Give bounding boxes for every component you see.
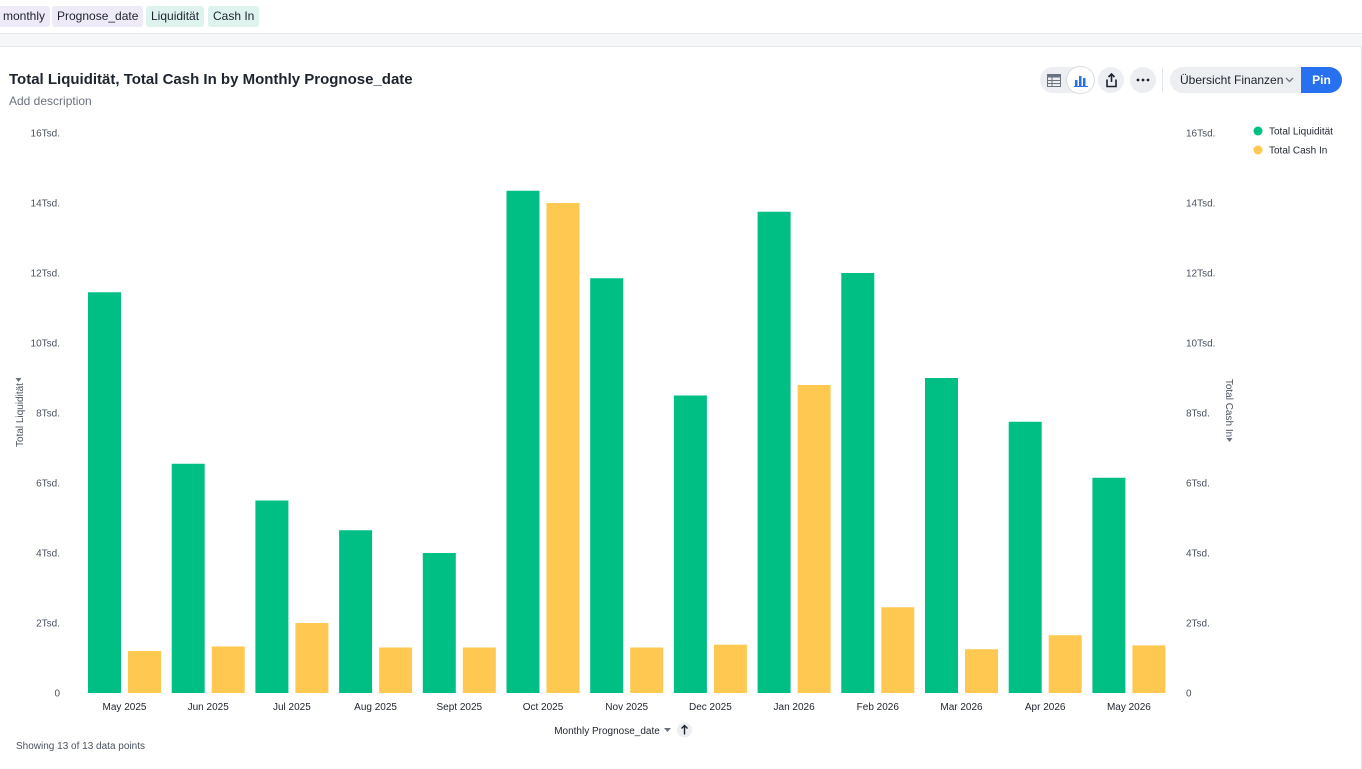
filter-bar: monthly Prognose_date Liquidität Cash In — [0, 0, 1362, 34]
filter-chip-prognose-date[interactable]: Prognose_date — [52, 6, 144, 27]
filter-chip-cash-in[interactable]: Cash In — [208, 6, 260, 27]
chart-view-button[interactable] — [1067, 67, 1094, 93]
filter-chip-liquiditaet[interactable]: Liquidität — [146, 6, 205, 27]
add-description[interactable]: Add description — [9, 94, 92, 108]
bar-chart-icon — [1073, 75, 1088, 87]
separator-band — [0, 34, 1362, 46]
filter-chip-monthly[interactable]: monthly — [0, 6, 51, 27]
chevron-down-icon — [1285, 67, 1294, 102]
share-icon — [1105, 72, 1117, 87]
chart-title[interactable]: Total Liquidität, Total Cash In by Month… — [9, 71, 413, 88]
chart-card — [0, 46, 1362, 769]
liveboard-select[interactable]: Übersicht Finanzen — [1170, 67, 1302, 93]
view-toggle — [1040, 67, 1094, 93]
liveboard-label: Übersicht Finanzen — [1180, 73, 1284, 87]
data-points-footer: Showing 13 of 13 data points — [16, 741, 145, 752]
more-icon — [1136, 78, 1150, 82]
more-button[interactable] — [1130, 67, 1156, 93]
table-view-button[interactable] — [1040, 67, 1067, 93]
table-icon — [1046, 73, 1061, 87]
pin-button[interactable]: Pin — [1301, 67, 1342, 93]
toolbar-divider — [1162, 68, 1163, 92]
share-button[interactable] — [1098, 67, 1124, 93]
